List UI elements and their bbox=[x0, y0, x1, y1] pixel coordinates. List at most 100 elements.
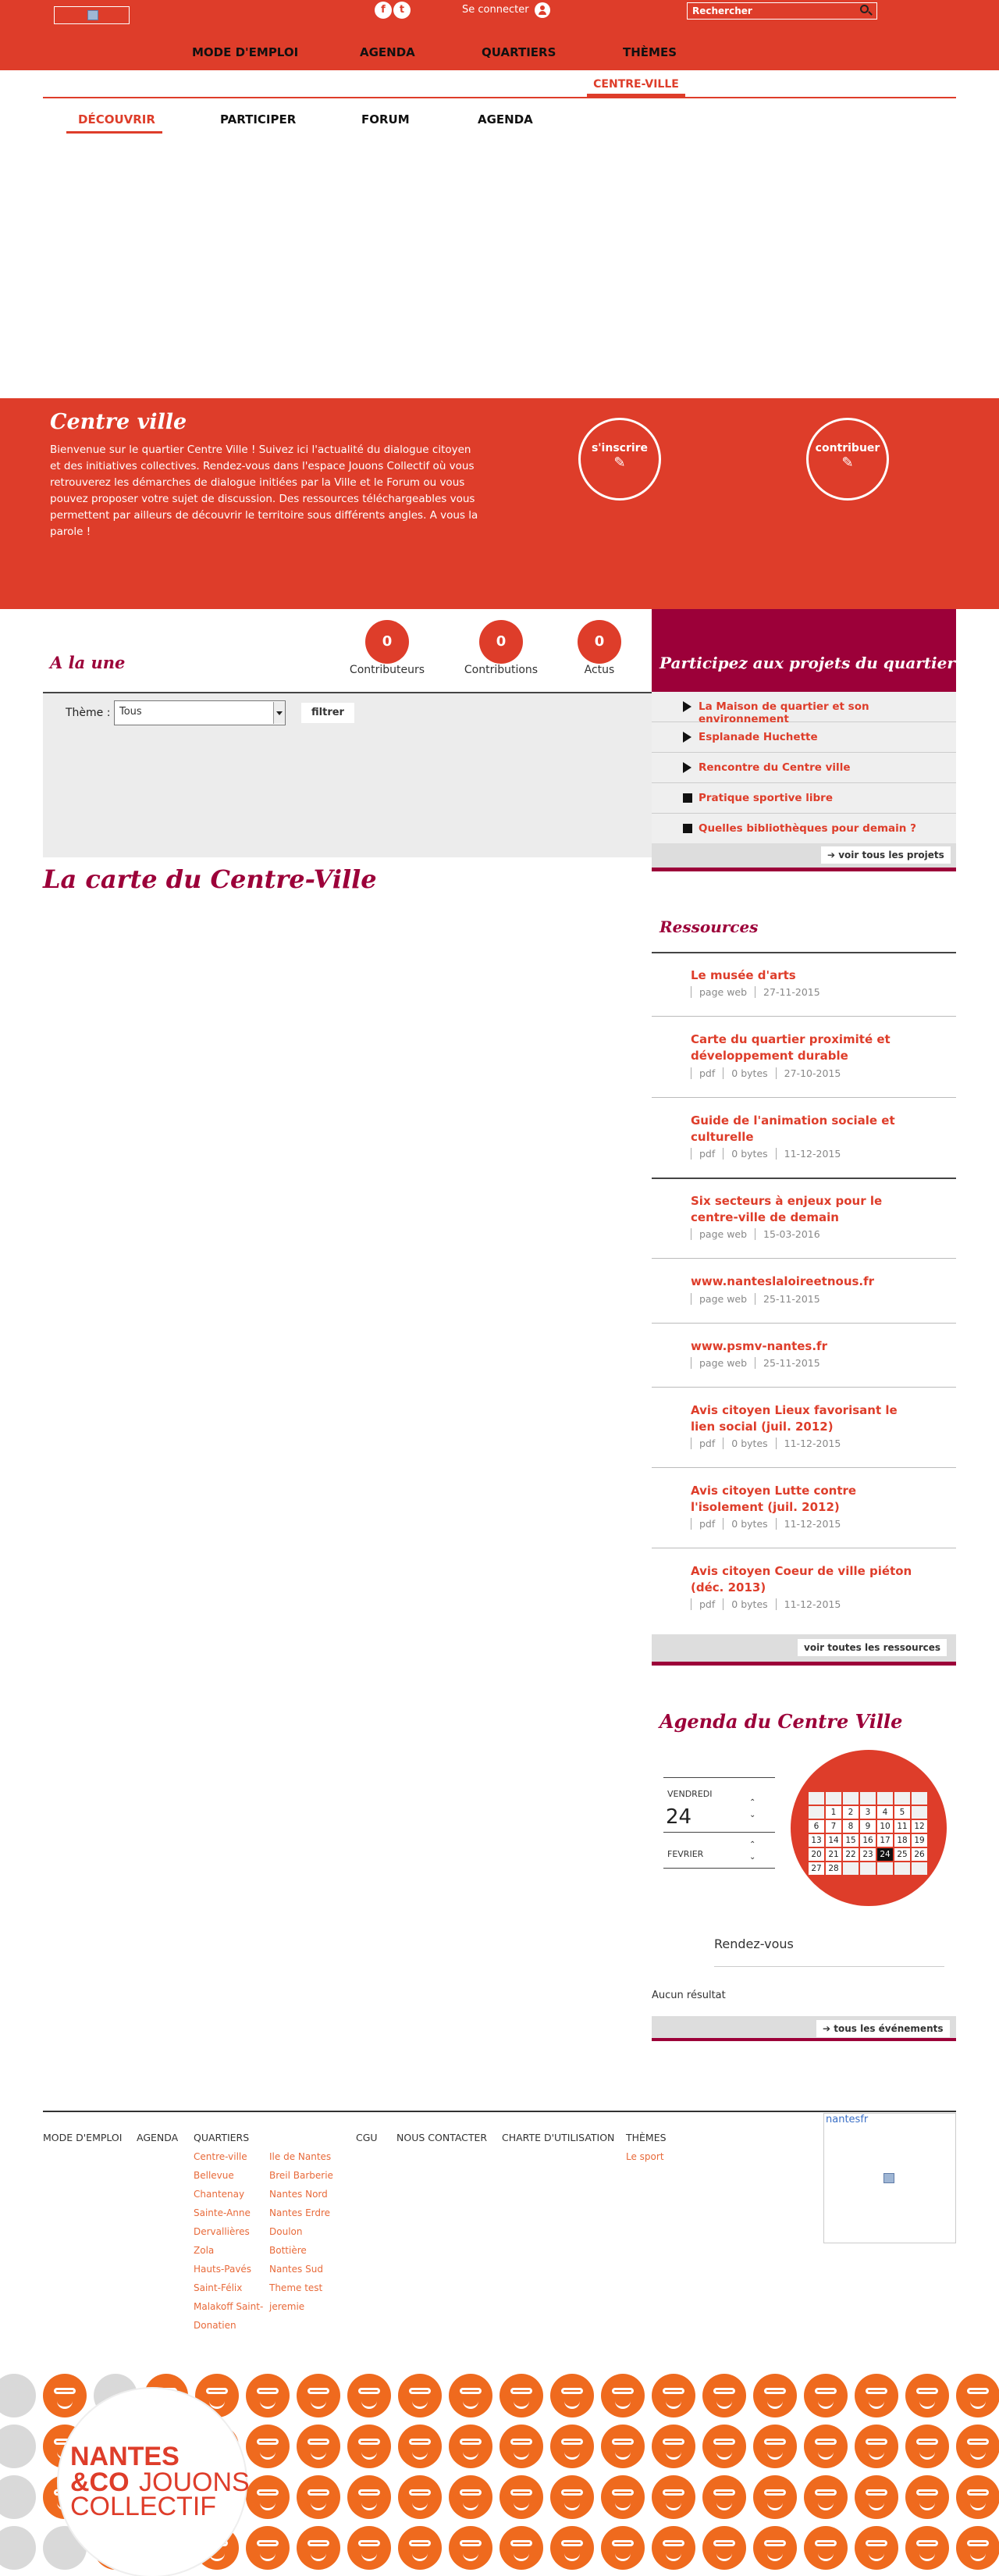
month-up-icon[interactable]: ⌃ bbox=[749, 1840, 755, 1849]
footer-quartier-link[interactable]: Nantes Sud bbox=[269, 2260, 333, 2278]
footer-quartier-link[interactable]: Dervallières bbox=[194, 2222, 263, 2241]
calendar-day[interactable]: 23 bbox=[860, 1848, 876, 1861]
filter-button[interactable]: filtrer bbox=[301, 703, 354, 723]
calendar-day[interactable]: 16 bbox=[860, 1834, 876, 1847]
nav-mode-emploi[interactable]: MODE D'EMPLOI bbox=[192, 45, 298, 59]
footer-cgu[interactable]: CGU bbox=[356, 2132, 378, 2143]
footer-quartier-link[interactable]: Nantes Nord bbox=[269, 2185, 333, 2204]
footer-quartier-link[interactable]: jeremie bbox=[269, 2297, 333, 2316]
theme-select[interactable]: Tous bbox=[114, 700, 286, 725]
user-icon[interactable] bbox=[535, 2, 550, 18]
footer-quartier-link[interactable]: Centre-ville bbox=[194, 2147, 263, 2166]
calendar-day[interactable]: 21 bbox=[826, 1848, 841, 1861]
calendar-day[interactable]: 8 bbox=[843, 1820, 859, 1833]
calendar-day[interactable]: 14 bbox=[826, 1834, 841, 1847]
calendar-empty-cell bbox=[912, 1806, 927, 1819]
footer-theme-item[interactable]: Le sport bbox=[626, 2147, 664, 2166]
calendar-day[interactable]: 7 bbox=[826, 1820, 841, 1833]
month-down-icon[interactable]: ⌄ bbox=[749, 1853, 755, 1862]
project-item[interactable]: Esplanade Huchette bbox=[652, 722, 956, 753]
see-all-events-button[interactable]: ➔ tous les événements bbox=[816, 2020, 950, 2037]
footer-quartier-link[interactable]: Bottière bbox=[269, 2241, 333, 2260]
resource-title[interactable]: Guide de l'animation sociale et culturel… bbox=[691, 1113, 925, 1145]
footer-quartier-link[interactable]: Chantenay bbox=[194, 2185, 263, 2204]
calendar-day[interactable]: 6 bbox=[809, 1820, 824, 1833]
calendar-day[interactable]: 20 bbox=[809, 1848, 824, 1861]
resource-title[interactable]: Avis citoyen Lieux favorisant le lien so… bbox=[691, 1402, 925, 1435]
calendar-day[interactable]: 10 bbox=[877, 1820, 893, 1833]
footer-quartier-link[interactable]: Doulon bbox=[269, 2222, 333, 2241]
day-down-icon[interactable]: ⌄ bbox=[749, 1811, 755, 1819]
resource-title[interactable]: www.nanteslaloireetnous.fr bbox=[691, 1274, 925, 1290]
calendar-day[interactable]: 26 bbox=[912, 1848, 927, 1861]
tab-decouvrir[interactable]: DÉCOUVRIR bbox=[78, 112, 155, 126]
resource-title[interactable]: Six secteurs à enjeux pour le centre-vil… bbox=[691, 1193, 925, 1226]
footer-themes[interactable]: THÈMES bbox=[626, 2132, 667, 2143]
chevron-down-icon[interactable] bbox=[273, 702, 285, 724]
nav-quartiers[interactable]: QUARTIERS bbox=[482, 45, 556, 59]
calendar-day[interactable]: 22 bbox=[843, 1848, 859, 1861]
footer-quartier-link[interactable]: Hauts-Pavés bbox=[194, 2260, 263, 2278]
calendar-day[interactable]: 13 bbox=[809, 1834, 824, 1847]
twitter-icon[interactable]: t bbox=[393, 2, 411, 19]
resource-title[interactable]: www.psmv-nantes.fr bbox=[691, 1338, 925, 1355]
resource-title[interactable]: Avis citoyen Coeur de ville piéton (déc.… bbox=[691, 1563, 925, 1596]
day-up-icon[interactable]: ⌃ bbox=[749, 1798, 755, 1807]
login-link[interactable]: Se connecter bbox=[462, 4, 529, 16]
search-icon[interactable] bbox=[860, 5, 869, 13]
calendar-day[interactable]: 28 bbox=[826, 1862, 841, 1875]
nav-agenda[interactable]: AGENDA bbox=[360, 45, 415, 59]
calendar-day[interactable]: 11 bbox=[894, 1820, 910, 1833]
calendar-day[interactable]: 4 bbox=[877, 1806, 893, 1819]
calendar-day[interactable]: 5 bbox=[894, 1806, 910, 1819]
footer-quartier-link[interactable]: Donatien bbox=[194, 2316, 263, 2335]
nav-themes[interactable]: THÈMES bbox=[623, 45, 677, 59]
tab-forum[interactable]: FORUM bbox=[361, 112, 410, 126]
project-item[interactable]: Pratique sportive libre bbox=[652, 783, 956, 814]
quartier-tab-centre-ville[interactable]: CENTRE-VILLE bbox=[587, 78, 685, 91]
footer-quartiers[interactable]: QUARTIERS bbox=[194, 2132, 249, 2143]
calendar-day[interactable]: 2 bbox=[843, 1806, 859, 1819]
search-input[interactable] bbox=[687, 2, 877, 20]
site-logo[interactable] bbox=[54, 6, 130, 24]
calendar-day[interactable]: 25 bbox=[894, 1848, 910, 1861]
footer-contact[interactable]: NOUS CONTACTER bbox=[396, 2132, 487, 2143]
see-all-resources-button[interactable]: voir toutes les ressources bbox=[798, 1639, 947, 1656]
footer-quartier-link[interactable]: Bellevue bbox=[194, 2166, 263, 2185]
footer-quartier-link[interactable]: Zola bbox=[194, 2241, 263, 2260]
resource-title[interactable]: Avis citoyen Lutte contre l'isolement (j… bbox=[691, 1483, 925, 1516]
calendar-day[interactable]: 3 bbox=[860, 1806, 876, 1819]
footer-quartier-link[interactable]: Malakoff Saint- bbox=[194, 2297, 263, 2316]
footer-quartier-link[interactable]: Ile de Nantes bbox=[269, 2147, 333, 2166]
footer-quartier-link[interactable]: Theme test bbox=[269, 2278, 333, 2297]
footer-agenda[interactable]: AGENDA bbox=[137, 2132, 178, 2143]
face-icon bbox=[702, 2526, 746, 2570]
footer-quartier-link[interactable]: Sainte-Anne bbox=[194, 2204, 263, 2222]
tab-participer[interactable]: PARTICIPER bbox=[220, 112, 296, 126]
calendar-day[interactable]: 17 bbox=[877, 1834, 893, 1847]
project-item[interactable]: La Maison de quartier et son environneme… bbox=[652, 692, 956, 725]
calendar-day[interactable]: 15 bbox=[843, 1834, 859, 1847]
footer-quartier-link[interactable]: Saint-Félix bbox=[194, 2278, 263, 2297]
calendar-day[interactable]: 24 bbox=[877, 1848, 893, 1861]
inscrire-button[interactable]: s'inscrire ✎ bbox=[578, 418, 661, 501]
resource-title[interactable]: Carte du quartier proximité et développe… bbox=[691, 1031, 925, 1064]
project-item[interactable]: Quelles bibliothèques pour demain ? bbox=[652, 814, 956, 844]
footer-quartier-link[interactable]: Nantes Erdre bbox=[269, 2204, 333, 2222]
calendar-day[interactable]: 9 bbox=[860, 1820, 876, 1833]
resource-title[interactable]: Le musée d'arts bbox=[691, 967, 925, 984]
project-item[interactable]: Rencontre du Centre ville bbox=[652, 753, 956, 783]
calendar-day[interactable]: 12 bbox=[912, 1820, 927, 1833]
contribuer-button[interactable]: contribuer ✎ bbox=[806, 418, 889, 501]
calendar-day[interactable]: 19 bbox=[912, 1834, 927, 1847]
footer-charte[interactable]: CHARTE D'UTILISATION bbox=[502, 2132, 614, 2143]
facebook-icon[interactable]: f bbox=[375, 2, 392, 19]
calendar-day[interactable]: 1 bbox=[826, 1806, 841, 1819]
footer-quartier-link[interactable]: Breil Barberie bbox=[269, 2166, 333, 2185]
twitter-link[interactable]: nantesfr bbox=[826, 2114, 868, 2125]
calendar-day[interactable]: 27 bbox=[809, 1862, 824, 1875]
tab-agenda[interactable]: AGENDA bbox=[478, 112, 533, 126]
calendar-day[interactable]: 18 bbox=[894, 1834, 910, 1847]
see-all-projects-button[interactable]: ➔ voir tous les projets bbox=[821, 846, 951, 864]
footer-mode-emploi[interactable]: MODE D'EMPLOI bbox=[43, 2132, 122, 2143]
